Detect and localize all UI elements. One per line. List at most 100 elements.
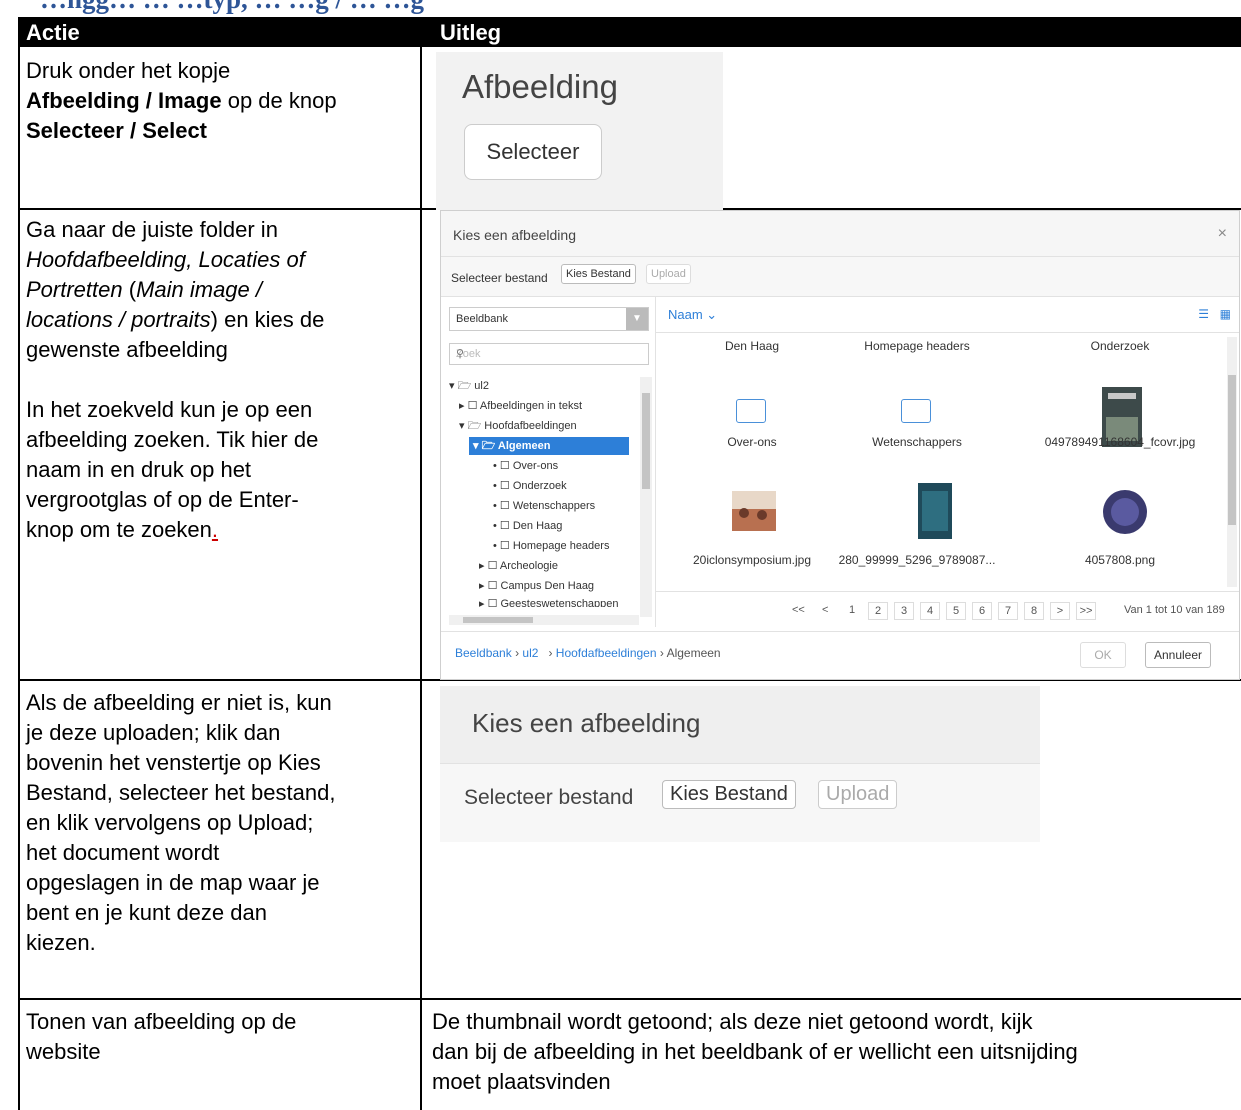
zoomed-upload-label: Selecteer bestand bbox=[464, 786, 634, 809]
file-item[interactable]: Homepage headers bbox=[827, 339, 1007, 353]
tree-item-label: Onderzoek bbox=[512, 480, 567, 492]
row4-right: De thumbnail wordt getoond; als deze nie… bbox=[432, 1007, 1078, 1097]
tree-item[interactable]: ▾ 🗁 Hoofdafbeeldingen bbox=[459, 417, 577, 435]
file-item[interactable]: Wetenschappers bbox=[827, 435, 1007, 449]
file-item[interactable]: Over-ons bbox=[662, 435, 842, 449]
tree-item[interactable]: ▸ ☐ Campus Den Haag bbox=[479, 577, 594, 595]
pager-next[interactable]: > bbox=[1050, 602, 1070, 620]
row3-line: je deze uploaden; klik dan bbox=[26, 720, 281, 745]
pager: << < 1 2 3 4 5 6 7 8 > >> Van 1 tot 10 v… bbox=[656, 591, 1239, 627]
pager-page[interactable]: 5 bbox=[946, 602, 966, 620]
row4-line: moet plaatsvinden bbox=[432, 1069, 611, 1094]
screenshot-upload-bar: Kies een afbeelding Selecteer bestand Ki… bbox=[440, 686, 1040, 842]
file-item[interactable]: Den Haag bbox=[662, 339, 842, 353]
row4-line: website bbox=[26, 1039, 101, 1064]
pager-page[interactable]: 7 bbox=[998, 602, 1018, 620]
tree-item[interactable]: ▸ ☐ Afbeeldingen in tekst bbox=[459, 397, 582, 415]
select-button[interactable]: Selecteer bbox=[464, 124, 602, 180]
row3-line: Als de afbeelding er niet is, kun bbox=[26, 690, 332, 715]
tree-item[interactable]: ▸ ☐ Archeologie bbox=[479, 557, 558, 575]
tree-item[interactable]: • ☐ Onderzoek bbox=[493, 477, 567, 495]
tree-item[interactable]: • ☐ Wetenschappers bbox=[493, 497, 595, 515]
pager-page[interactable]: 3 bbox=[894, 602, 914, 620]
zoomed-upload-button[interactable]: Upload bbox=[818, 780, 898, 809]
screenshot-select-button: Afbeelding Selecteer bbox=[436, 52, 723, 210]
tree-hscrollbar[interactable] bbox=[449, 615, 639, 625]
pager-page[interactable]: 1 bbox=[849, 604, 855, 616]
tree-item[interactable]: ▾ 🗁 ul2 bbox=[449, 377, 489, 395]
breadcrumb-item[interactable]: Hoofdafbeeldingen bbox=[556, 646, 657, 660]
tree-item-selected[interactable]: ▾ 🗁 Algemeen bbox=[469, 437, 629, 455]
breadcrumb-item[interactable]: Beeldbank bbox=[455, 646, 512, 660]
file-item[interactable]: 4057808.png bbox=[1030, 553, 1210, 567]
file-scrollbar[interactable] bbox=[1227, 337, 1237, 587]
pager-page[interactable]: 4 bbox=[920, 602, 940, 620]
file-item-label: Wetenschappers bbox=[872, 435, 962, 449]
folder-tree: ▾ 🗁 ul2 ▸ ☐ Afbeeldingen in tekst ▾ 🗁 Ho… bbox=[449, 377, 649, 607]
tree-item[interactable]: • ☐ Over-ons bbox=[493, 457, 558, 475]
file-item-label: Homepage headers bbox=[864, 339, 970, 353]
folder-icon bbox=[901, 399, 931, 423]
row4-line: dan bij de afbeelding in het beeldbank o… bbox=[432, 1039, 1078, 1064]
zoomed-choose-file-button[interactable]: Kies Bestand bbox=[662, 780, 796, 809]
tree-item-label: Den Haag bbox=[512, 520, 563, 532]
row2-italic: locations / portraits bbox=[26, 307, 211, 332]
file-item-label: 280_99999_5296_9789087... bbox=[838, 553, 996, 567]
upload-bar: Selecteer bestand Kies Bestand Upload bbox=[441, 257, 1239, 297]
pager-last[interactable]: >> bbox=[1076, 602, 1096, 620]
row2-text: Ga naar de juiste folder in Hoofdafbeeld… bbox=[26, 215, 324, 545]
grid-view-icon[interactable]: ▦ bbox=[1220, 307, 1231, 321]
file-item-label: 20iclonsymposium.jpg bbox=[692, 553, 812, 567]
row2-dot: . bbox=[211, 517, 219, 542]
image-section-title: Afbeelding bbox=[462, 68, 618, 105]
file-item[interactable]: 280_99999_5296_9789087... bbox=[827, 553, 1007, 567]
row4-left: Tonen van afbeelding op de website bbox=[26, 1007, 296, 1067]
tree-item[interactable]: • ☐ Den Haag bbox=[493, 517, 562, 535]
pager-first[interactable]: << bbox=[792, 604, 805, 616]
source-select[interactable]: Beeldbank ▼ bbox=[449, 307, 649, 331]
row1-bold2: Selecteer / Select bbox=[26, 118, 208, 143]
row2-italic: Portretten bbox=[26, 277, 123, 302]
row3-line: opgeslagen in de map waar je bbox=[26, 870, 320, 895]
chevron-down-icon[interactable]: ▼ bbox=[626, 308, 648, 330]
upload-button[interactable]: Upload bbox=[646, 264, 691, 284]
cancel-button[interactable]: Annuleer bbox=[1145, 642, 1211, 668]
tree-item-label: Hoofdafbeeldingen bbox=[484, 420, 577, 432]
pager-prev[interactable]: < bbox=[822, 604, 828, 616]
row3-line: kiezen. bbox=[26, 930, 96, 955]
zoomed-titlebar: Kies een afbeelding bbox=[440, 686, 1040, 764]
tree-item[interactable]: • ☐ Homepage headers bbox=[493, 537, 609, 555]
file-item-label: Onderzoek bbox=[1090, 339, 1150, 353]
row3-line: het document wordt bbox=[26, 840, 220, 865]
file-item[interactable]: Onderzoek bbox=[1030, 339, 1210, 353]
search-input[interactable]: Zoek ⚲ bbox=[449, 343, 649, 365]
row2-line: naam in en druk op het bbox=[26, 457, 252, 482]
pager-page[interactable]: 2 bbox=[868, 602, 888, 620]
breadcrumb-item[interactable]: ul2 bbox=[522, 646, 538, 660]
breadcrumb-item: Algemeen bbox=[666, 646, 721, 660]
row4-line: De thumbnail wordt getoond; als deze nie… bbox=[432, 1009, 1033, 1034]
search-icon[interactable]: ⚲ bbox=[456, 347, 642, 360]
sort-name[interactable]: Naam ⌄ bbox=[668, 307, 717, 323]
list-view-icon[interactable]: ☰ bbox=[1198, 307, 1209, 321]
document-heading: …ngg… … …typ, … …g / … …g bbox=[40, 0, 424, 15]
close-icon[interactable]: × bbox=[1218, 225, 1227, 243]
row2-italic: Main image / bbox=[136, 277, 263, 302]
sort-bar: Naam ⌄ ☰ ▦ bbox=[656, 297, 1239, 333]
source-select-value: Beeldbank bbox=[456, 313, 508, 325]
choose-file-button[interactable]: Kies Bestand bbox=[561, 264, 636, 284]
tree-item[interactable]: ▸ ☐ Geesteswetenschappen bbox=[479, 595, 619, 607]
ok-button[interactable]: OK bbox=[1080, 642, 1126, 668]
dialog-titlebar: Kies een afbeelding × bbox=[441, 211, 1239, 257]
tree-scrollbar[interactable] bbox=[640, 377, 652, 617]
row1-line: Druk onder het kopje bbox=[26, 58, 231, 83]
pager-page[interactable]: 6 bbox=[972, 602, 992, 620]
file-item[interactable]: 20iclonsymposium.jpg bbox=[662, 553, 842, 567]
row2-line: vergrootglas of op de Enter- bbox=[26, 487, 299, 512]
row3-line: bovenin het venstertje op Kies bbox=[26, 750, 321, 775]
dialog-footer: Beeldbank › ul2 › Hoofdafbeeldingen › Al… bbox=[441, 631, 1239, 679]
pager-page[interactable]: 8 bbox=[1024, 602, 1044, 620]
row1-text: Druk onder het kopje Afbeelding / Image … bbox=[26, 56, 337, 146]
file-item[interactable]: 049789491168604_fcovr.jpg bbox=[1030, 435, 1210, 449]
file-item-label: Over-ons bbox=[727, 435, 777, 449]
